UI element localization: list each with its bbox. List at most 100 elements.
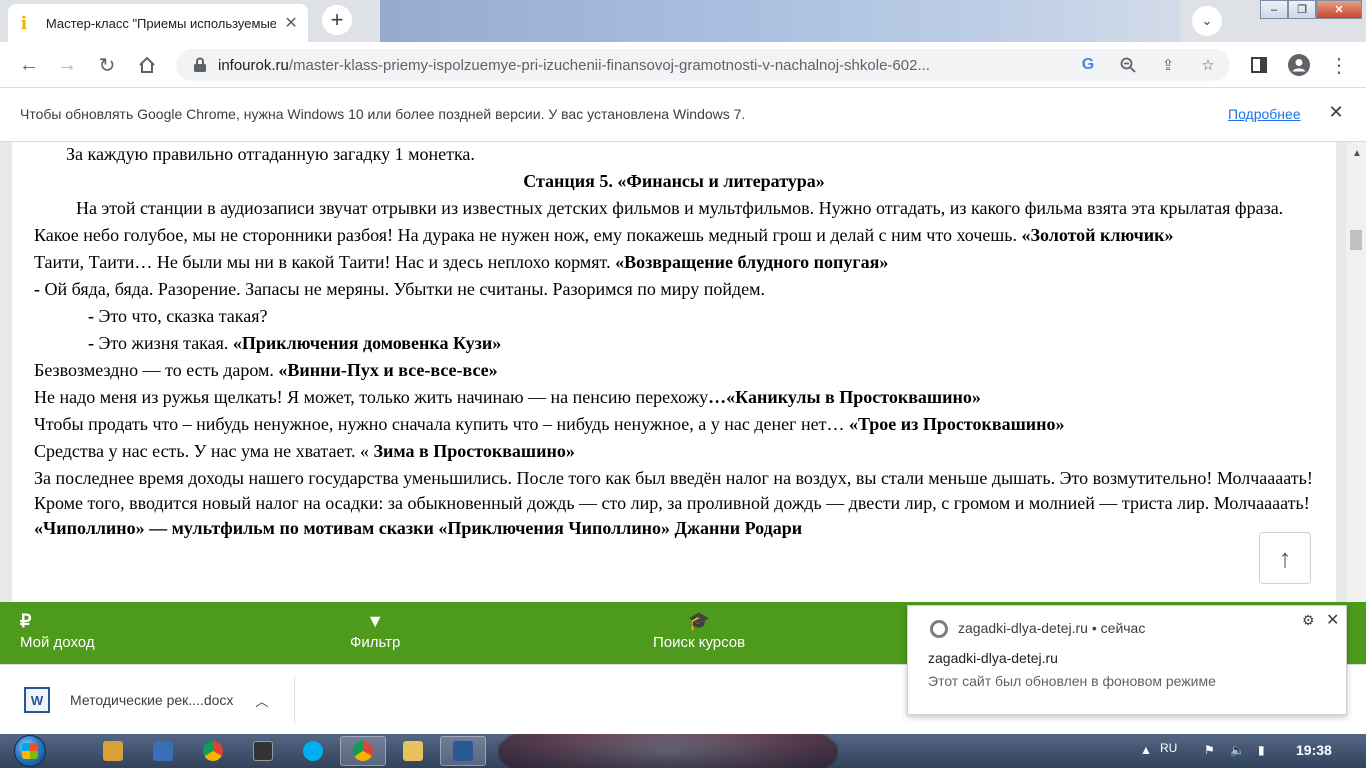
quote-paragraph: - Ой бяда, бяда. Разорение. Запасы не ме… xyxy=(34,277,1314,302)
home-icon xyxy=(139,56,155,73)
scrollbar-thumb[interactable] xyxy=(1350,230,1362,250)
minimize-icon: – xyxy=(1270,3,1278,16)
taskbar-app-media-player[interactable] xyxy=(90,736,136,766)
chevron-up-icon[interactable]: ︿ xyxy=(255,691,268,710)
quote-answer: Зима в Простоквашино» xyxy=(369,441,575,461)
infobar-message: Чтобы обновлять Google Chrome, нужна Win… xyxy=(20,106,746,122)
home-button[interactable] xyxy=(132,50,162,80)
tab-strip: i Мастер-класс "Приемы используемые ✕ + … xyxy=(0,0,1366,42)
site-info-icon[interactable] xyxy=(190,57,210,73)
my-income-button[interactable]: ₽ Мой доход xyxy=(20,610,95,654)
gear-icon[interactable]: ⚙ xyxy=(1302,612,1315,629)
window-close-button[interactable]: ✕ xyxy=(1316,0,1362,19)
page-content: За каждую правильно отгаданную загадку 1… xyxy=(0,142,1366,602)
tray-flag-icon[interactable]: ⚑ xyxy=(1204,743,1215,757)
menu-button[interactable]: ⋮ xyxy=(1324,50,1354,80)
back-to-top-button[interactable]: ↑ xyxy=(1259,532,1311,584)
quote-answer: «Винни-Пух и все-все-все» xyxy=(278,360,498,380)
tab-close-icon[interactable]: ✕ xyxy=(282,14,300,32)
my-income-label: Мой доход xyxy=(20,634,95,651)
language-indicator[interactable]: RU xyxy=(1160,741,1177,755)
vertical-scrollbar[interactable]: ▲ xyxy=(1346,142,1366,602)
profile-button[interactable] xyxy=(1284,50,1314,80)
quote-paragraph: За последнее время доходы нашего государ… xyxy=(34,466,1314,541)
window-controls: – ❐ ✕ xyxy=(1260,0,1362,20)
taskbar-app-skype[interactable] xyxy=(290,736,336,766)
reload-button[interactable]: ↻ xyxy=(92,50,122,80)
google-translate-icon[interactable]: G xyxy=(1078,55,1098,75)
taskbar-app-chrome[interactable] xyxy=(190,736,236,766)
minimize-button[interactable]: – xyxy=(1260,0,1288,19)
terminal-icon xyxy=(253,741,273,761)
quote-answer: «Чиполлино» — мультфильм по мотивам сказ… xyxy=(34,518,803,538)
arrow-right-icon: → xyxy=(57,53,77,76)
scroll-up-arrow-icon[interactable]: ▲ xyxy=(1352,148,1362,159)
notification-close-icon[interactable]: ✕ xyxy=(1326,610,1339,630)
station-title: Станция 5. «Финансы и литература» xyxy=(34,169,1314,194)
kebab-menu-icon: ⋮ xyxy=(1329,54,1349,77)
skype-icon xyxy=(303,741,323,761)
volume-icon[interactable]: 🔈 xyxy=(1230,743,1245,757)
signal-icon[interactable]: ▮ xyxy=(1258,743,1265,757)
quote-paragraph: - Это жизня такая. «Приключения домовенк… xyxy=(34,331,1314,356)
taskbar-app-terminal[interactable] xyxy=(240,736,286,766)
clock[interactable]: 19:38 xyxy=(1296,742,1332,758)
document-text: За каждую правильно отгаданную загадку 1… xyxy=(34,142,1314,543)
quote-answer: «Приключения домовенка Кузи» xyxy=(232,333,502,353)
infobar-close-icon[interactable]: ✕ xyxy=(1326,102,1346,122)
learn-more-link[interactable]: Подробнее xyxy=(1228,106,1301,122)
url-text: infourok.ru/master-klass-priemy-ispolzue… xyxy=(218,57,1068,74)
dash: - xyxy=(88,333,99,353)
zoom-icon[interactable] xyxy=(1118,55,1138,75)
filter-button[interactable]: ▼ Фильтр xyxy=(350,610,400,654)
quote-text: Средства у нас есть. У нас ума не хватае… xyxy=(34,441,369,461)
notification-popup[interactable]: zagadki-dlya-detej.ru • сейчас ⚙ ✕ zagad… xyxy=(907,605,1347,715)
course-search-button[interactable]: 🎓 Поиск курсов xyxy=(653,610,745,654)
new-tab-button[interactable]: + xyxy=(322,5,352,35)
notification-time: сейчас xyxy=(1100,620,1146,636)
bookmark-star-icon[interactable]: ☆ xyxy=(1198,55,1218,75)
quote-answer: «Возвращение блудного попугая» xyxy=(615,252,889,272)
quote-text: Какое небо голубое, мы не сторонники раз… xyxy=(34,225,1017,245)
side-panel-icon xyxy=(1251,57,1267,73)
address-bar[interactable]: infourok.ru/master-klass-priemy-ispolzue… xyxy=(176,49,1230,81)
word-app-icon xyxy=(453,741,473,761)
arrow-left-icon: ← xyxy=(19,53,39,76)
download-item[interactable]: W Методические рек....docx ︿ xyxy=(16,677,296,723)
document-page: За каждую правильно отгаданную загадку 1… xyxy=(12,142,1336,602)
filter-label: Фильтр xyxy=(350,634,401,651)
filter-icon: ▼ xyxy=(366,611,385,631)
tab-search-button[interactable]: ⌄ xyxy=(1192,6,1222,36)
taskbar-app-explorer[interactable] xyxy=(390,736,436,766)
quote-text: Не надо меня из ружья щелкать! Я может, … xyxy=(34,387,709,407)
reload-icon: ↻ xyxy=(98,54,116,77)
restore-button[interactable]: ❐ xyxy=(1288,0,1316,19)
word-document-icon: W xyxy=(24,687,50,713)
quote-text: Таити, Таити… Не были мы ни в какой Таит… xyxy=(34,252,611,272)
quote-text: За последнее время доходы нашего государ… xyxy=(34,468,1313,513)
quote-paragraph: Не надо меня из ружья щелкать! Я может, … xyxy=(34,385,1314,410)
quote-text: Чтобы продать что – нибудь ненужное, нуж… xyxy=(34,414,845,434)
forward-button[interactable]: → xyxy=(52,50,82,80)
share-icon[interactable]: ⇪ xyxy=(1158,55,1178,75)
taskbar-app-word[interactable] xyxy=(440,736,486,766)
tabstrip-background xyxy=(380,0,1180,42)
infourok-favicon-icon: i xyxy=(20,12,28,34)
station-title-text: Станция 5. «Финансы и литература» xyxy=(523,171,825,191)
quote-paragraph: Безвозмездно — то есть даром. «Винни-Пух… xyxy=(34,358,1314,383)
back-button[interactable]: ← xyxy=(14,50,44,80)
tab-title: Мастер-класс "Приемы используемые xyxy=(45,15,277,31)
side-panel-button[interactable] xyxy=(1244,50,1274,80)
quote-paragraph: Таити, Таити… Не были мы ни в какой Таит… xyxy=(34,250,1314,275)
quote-text: Это жизня такая. xyxy=(98,333,229,353)
ruble-icon: ₽ xyxy=(20,611,32,631)
dash: - xyxy=(88,306,99,326)
taskbar-app-chrome-active[interactable] xyxy=(340,736,386,766)
intro-paragraph: На этой станции в аудиозаписи звучат отр… xyxy=(76,198,1284,218)
tray-arrow-icon[interactable]: ▲ xyxy=(1140,743,1152,757)
taskbar-app-remote-desktop[interactable] xyxy=(140,736,186,766)
quote-paragraph: Какое небо голубое, мы не сторонники раз… xyxy=(34,223,1314,248)
browser-tab[interactable]: i Мастер-класс "Приемы используемые ✕ xyxy=(8,4,308,42)
notification-body: Этот сайт был обновлен в фоновом режиме xyxy=(928,673,1216,689)
download-filename: Методические рек....docx xyxy=(70,692,234,708)
